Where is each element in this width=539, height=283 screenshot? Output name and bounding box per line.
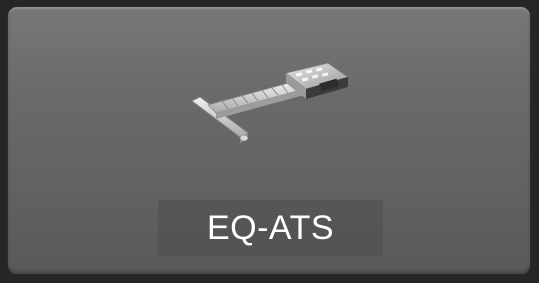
tile-label-plate: EQ-ATS <box>158 200 383 256</box>
tile-label: EQ-ATS <box>206 209 335 247</box>
equipment-arm-icon <box>191 62 349 143</box>
eq-ats-tile-button[interactable]: EQ-ATS <box>7 6 531 275</box>
